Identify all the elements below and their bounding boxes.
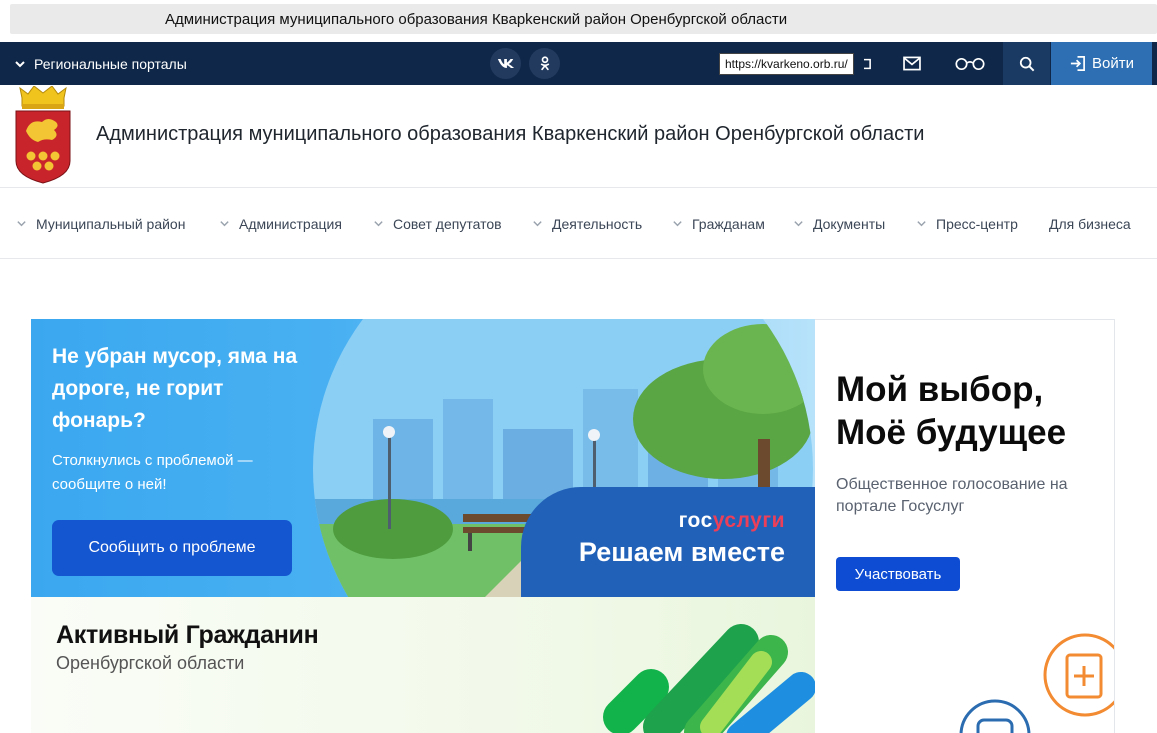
vk-icon <box>497 59 514 68</box>
search-icon <box>1019 56 1034 71</box>
chevron-down-icon <box>533 221 542 227</box>
gosuslugi-logo: госуслуги <box>678 509 785 532</box>
report-problem-banner[interactable]: Не убран мусор, яма на дороге, не горит … <box>31 319 815 597</box>
menu-item-label: Гражданам <box>692 215 765 232</box>
menu-item-documents[interactable]: Документы <box>793 188 885 259</box>
accessibility-icon[interactable] <box>860 42 874 85</box>
active-citizen-banner[interactable]: Активный Гражданин Оренбургской области <box>31 597 815 733</box>
menu-item-citizens[interactable]: Гражданам <box>672 188 765 259</box>
gosuslugi-slogan: Решаем вместе <box>578 537 785 567</box>
chevron-down-icon <box>673 221 682 227</box>
vote-card-title: Мой выбор, Моё будущее <box>836 370 1067 452</box>
menu-item-municipal-district[interactable]: Муниципальный район <box>16 188 185 259</box>
active-citizen-logo-icon <box>603 624 815 733</box>
menu-item-administration[interactable]: Администрация <box>219 188 342 259</box>
menu-item-label: Деятельность <box>552 215 643 232</box>
chevron-down-icon <box>17 221 26 227</box>
regional-portals-dropdown[interactable]: Региональные порталы <box>14 42 187 85</box>
login-icon <box>1070 56 1085 71</box>
menu-item-activity[interactable]: Деятельность <box>532 188 642 259</box>
glasses-icon[interactable] <box>950 42 990 85</box>
menu-item-label: Муниципальный район <box>36 215 186 232</box>
chevron-down-icon <box>374 221 383 227</box>
mail-icon[interactable] <box>898 42 926 85</box>
main-menu: Муниципальный район Администрация Совет … <box>0 188 1157 259</box>
site-title[interactable]: Администрация муниципального образования… <box>96 123 924 146</box>
chevron-down-icon <box>917 221 926 227</box>
menu-item-label: Документы <box>813 215 886 232</box>
menu-item-council[interactable]: Совет депутатов <box>373 188 502 259</box>
login-button[interactable]: Войти <box>1051 42 1152 85</box>
url-tooltip: https://kvarkeno.orb.ru/ <box>719 53 854 75</box>
window-title: Администрация муниципального образования… <box>165 11 788 28</box>
menu-item-business[interactable]: Для бизнеса <box>1049 188 1131 259</box>
menu-item-press-center[interactable]: Пресс-центр <box>916 188 1018 259</box>
problem-banner-subtitle: Столкнулись с проблемой — сообщите о ней… <box>52 452 253 493</box>
ok-link[interactable] <box>529 48 560 79</box>
active-citizen-subtitle: Оренбургской области <box>56 653 245 673</box>
regional-portals-label: Региональные порталы <box>34 55 187 72</box>
login-label: Войти <box>1092 55 1134 72</box>
vote-card: Мой выбор, Моё будущее Общественное голо… <box>815 319 1115 733</box>
search-button[interactable] <box>1003 42 1050 85</box>
window-titlebar: Администрация муниципального образования… <box>0 0 1157 42</box>
vk-link[interactable] <box>490 48 521 79</box>
report-problem-button[interactable]: Сообщить о проблеме <box>52 520 292 576</box>
divider <box>0 258 1157 259</box>
menu-item-label: Совет депутатов <box>393 215 502 232</box>
menu-item-label: Для бизнеса <box>1049 215 1131 232</box>
coat-of-arms-icon[interactable] <box>14 86 72 184</box>
menu-item-label: Администрация <box>239 215 342 232</box>
titlebar-background: Администрация муниципального образования… <box>10 4 1157 34</box>
chevron-down-icon <box>220 221 229 227</box>
top-navbar: Региональные порталы https://kvarkeno.or… <box>0 42 1157 85</box>
menu-item-label: Пресс-центр <box>936 215 1018 232</box>
participate-button[interactable]: Участвовать <box>836 557 960 591</box>
active-citizen-title: Активный Гражданин <box>56 621 319 649</box>
odnoklassniki-icon <box>540 56 549 71</box>
problem-banner-title: Не убран мусор, яма на дороге, не горит … <box>52 345 298 432</box>
chevron-down-icon <box>15 60 25 67</box>
vote-card-subtitle: Общественное голосование на портале Госу… <box>836 476 1068 515</box>
chevron-down-icon <box>794 221 803 227</box>
gosuslugi-panel: госуслуги Решаем вместе <box>521 487 815 597</box>
vote-illustration <box>959 633 1114 733</box>
